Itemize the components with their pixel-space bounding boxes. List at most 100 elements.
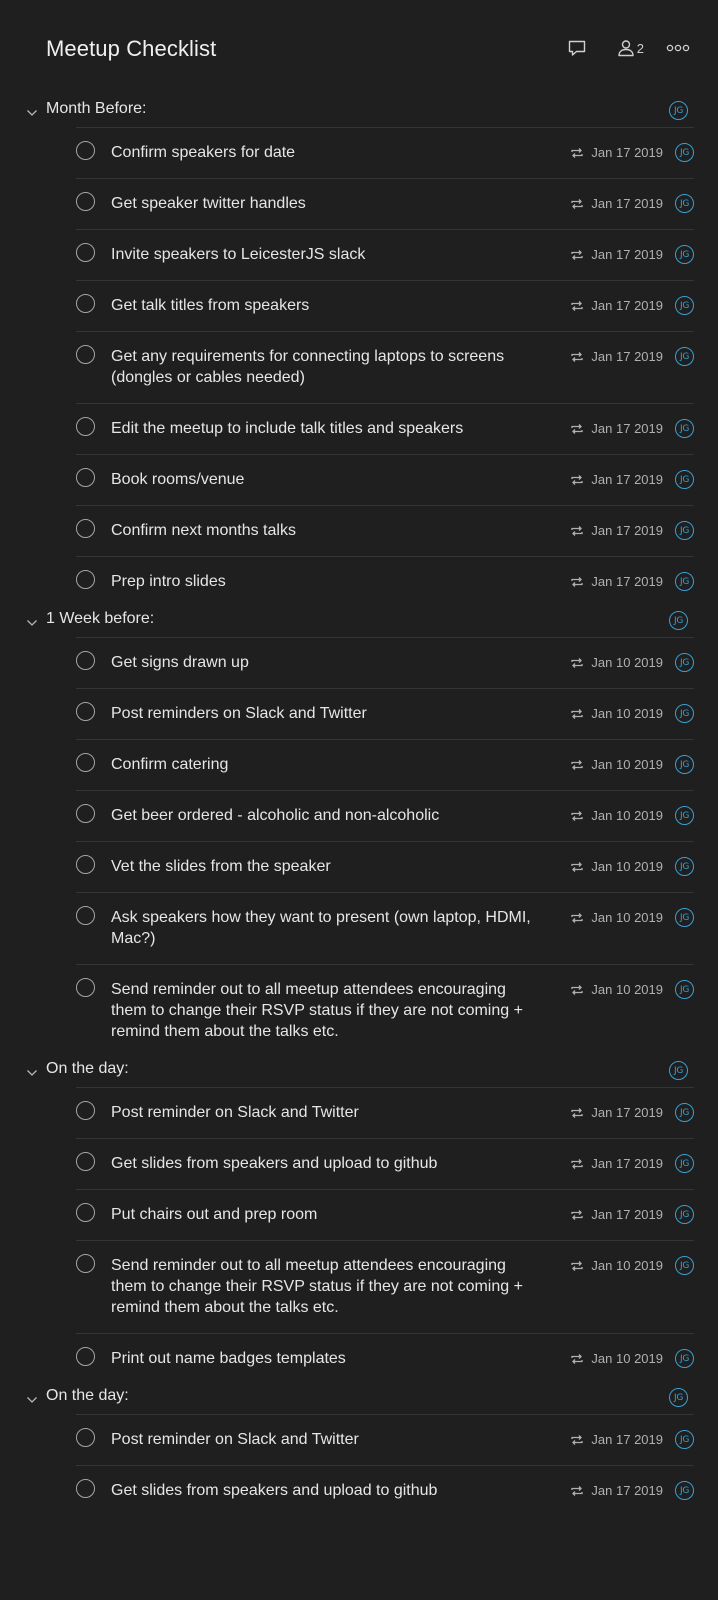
- due-date[interactable]: Jan 17 2019: [570, 472, 663, 487]
- due-date[interactable]: Jan 17 2019: [570, 145, 663, 160]
- due-date[interactable]: Jan 10 2019: [570, 982, 663, 997]
- avatar[interactable]: JG: [675, 470, 694, 489]
- task-checkbox[interactable]: [76, 1479, 95, 1498]
- due-date[interactable]: Jan 10 2019: [570, 859, 663, 874]
- task-checkbox[interactable]: [76, 753, 95, 772]
- due-date[interactable]: Jan 17 2019: [570, 1207, 663, 1222]
- avatar[interactable]: JG: [675, 1205, 694, 1224]
- task-checkbox[interactable]: [76, 141, 95, 160]
- task-row[interactable]: Post reminder on Slack and Twitter Jan 1…: [76, 1087, 694, 1138]
- due-date[interactable]: Jan 10 2019: [570, 910, 663, 925]
- task-checkbox[interactable]: [76, 804, 95, 823]
- avatar[interactable]: JG: [675, 1256, 694, 1275]
- avatar[interactable]: JG: [675, 908, 694, 927]
- task-checkbox[interactable]: [76, 192, 95, 211]
- task-row[interactable]: Get signs drawn up Jan 10 2019 JG: [76, 637, 694, 688]
- chevron-down-icon[interactable]: [26, 1064, 38, 1082]
- task-row[interactable]: Confirm speakers for date Jan 17 2019 JG: [76, 127, 694, 178]
- task-row[interactable]: Get talk titles from speakers Jan 17 201…: [76, 280, 694, 331]
- section-header[interactable]: 1 Week before: JG: [0, 607, 718, 637]
- due-date[interactable]: Jan 17 2019: [570, 523, 663, 538]
- due-date[interactable]: Jan 10 2019: [570, 1258, 663, 1273]
- due-date[interactable]: Jan 17 2019: [570, 1483, 663, 1498]
- avatar[interactable]: JG: [675, 755, 694, 774]
- task-checkbox[interactable]: [76, 294, 95, 313]
- chevron-down-icon[interactable]: [26, 1391, 38, 1409]
- avatar[interactable]: JG: [675, 980, 694, 999]
- avatar[interactable]: JG: [675, 572, 694, 591]
- avatar[interactable]: JG: [675, 1430, 694, 1449]
- members-button[interactable]: 2: [617, 39, 644, 57]
- chevron-down-icon[interactable]: [26, 104, 38, 122]
- task-checkbox[interactable]: [76, 243, 95, 262]
- due-date[interactable]: Jan 17 2019: [570, 298, 663, 313]
- avatar[interactable]: JG: [669, 1388, 688, 1407]
- task-checkbox[interactable]: [76, 1152, 95, 1171]
- task-row[interactable]: Vet the slides from the speaker Jan 10 2…: [76, 841, 694, 892]
- due-date[interactable]: Jan 17 2019: [570, 421, 663, 436]
- avatar[interactable]: JG: [675, 143, 694, 162]
- due-date[interactable]: Jan 10 2019: [570, 808, 663, 823]
- avatar[interactable]: JG: [675, 1349, 694, 1368]
- due-date[interactable]: Jan 10 2019: [570, 757, 663, 772]
- task-checkbox[interactable]: [76, 906, 95, 925]
- due-date[interactable]: Jan 17 2019: [570, 1156, 663, 1171]
- avatar[interactable]: JG: [675, 419, 694, 438]
- task-row[interactable]: Post reminder on Slack and Twitter Jan 1…: [76, 1414, 694, 1465]
- task-row[interactable]: Send reminder out to all meetup attendee…: [76, 1240, 694, 1333]
- task-text[interactable]: Get any requirements for connecting lapt…: [76, 332, 694, 403]
- task-checkbox[interactable]: [76, 417, 95, 436]
- task-checkbox[interactable]: [76, 1428, 95, 1447]
- section-header[interactable]: On the day: JG: [0, 1384, 718, 1414]
- task-row[interactable]: Book rooms/venue Jan 17 2019 JG: [76, 454, 694, 505]
- avatar[interactable]: JG: [669, 1061, 688, 1080]
- task-checkbox[interactable]: [76, 1254, 95, 1273]
- task-checkbox[interactable]: [76, 468, 95, 487]
- avatar[interactable]: JG: [669, 611, 688, 630]
- chevron-down-icon[interactable]: [26, 614, 38, 632]
- avatar[interactable]: JG: [675, 704, 694, 723]
- due-date[interactable]: Jan 17 2019: [570, 196, 663, 211]
- due-date[interactable]: Jan 17 2019: [570, 1432, 663, 1447]
- task-row[interactable]: Get slides from speakers and upload to g…: [76, 1138, 694, 1189]
- task-checkbox[interactable]: [76, 978, 95, 997]
- avatar[interactable]: JG: [675, 347, 694, 366]
- avatar[interactable]: JG: [675, 296, 694, 315]
- avatar[interactable]: JG: [675, 1103, 694, 1122]
- more-options-button[interactable]: [666, 44, 690, 52]
- task-row[interactable]: Get beer ordered - alcoholic and non-alc…: [76, 790, 694, 841]
- due-date[interactable]: Jan 17 2019: [570, 349, 663, 364]
- avatar[interactable]: JG: [675, 194, 694, 213]
- section-header[interactable]: Month Before: JG: [0, 97, 718, 127]
- avatar[interactable]: JG: [675, 857, 694, 876]
- avatar[interactable]: JG: [675, 1481, 694, 1500]
- task-row[interactable]: Send reminder out to all meetup attendee…: [76, 964, 694, 1057]
- task-checkbox[interactable]: [76, 519, 95, 538]
- due-date[interactable]: Jan 17 2019: [570, 247, 663, 262]
- task-row[interactable]: Edit the meetup to include talk titles a…: [76, 403, 694, 454]
- task-row[interactable]: Print out name badges templates Jan 10 2…: [76, 1333, 694, 1384]
- task-text[interactable]: Send reminder out to all meetup attendee…: [76, 1241, 694, 1333]
- avatar[interactable]: JG: [675, 1154, 694, 1173]
- task-row[interactable]: Invite speakers to LeicesterJS slack Jan…: [76, 229, 694, 280]
- task-row[interactable]: Ask speakers how they want to present (o…: [76, 892, 694, 964]
- due-date[interactable]: Jan 10 2019: [570, 655, 663, 670]
- task-row[interactable]: Get slides from speakers and upload to g…: [76, 1465, 694, 1516]
- task-checkbox[interactable]: [76, 855, 95, 874]
- comment-button[interactable]: [567, 38, 587, 58]
- task-row[interactable]: Prep intro slides Jan 17 2019 JG: [76, 556, 694, 607]
- task-row[interactable]: Confirm catering Jan 10 2019 JG: [76, 739, 694, 790]
- task-checkbox[interactable]: [76, 570, 95, 589]
- avatar[interactable]: JG: [669, 101, 688, 120]
- task-text[interactable]: Send reminder out to all meetup attendee…: [76, 965, 694, 1057]
- task-checkbox[interactable]: [76, 1203, 95, 1222]
- task-row[interactable]: Confirm next months talks Jan 17 2019 JG: [76, 505, 694, 556]
- task-row[interactable]: Post reminders on Slack and Twitter Jan …: [76, 688, 694, 739]
- avatar[interactable]: JG: [675, 521, 694, 540]
- task-checkbox[interactable]: [76, 1101, 95, 1120]
- section-header[interactable]: On the day: JG: [0, 1057, 718, 1087]
- due-date[interactable]: Jan 17 2019: [570, 574, 663, 589]
- task-checkbox[interactable]: [76, 345, 95, 364]
- due-date[interactable]: Jan 10 2019: [570, 706, 663, 721]
- task-checkbox[interactable]: [76, 702, 95, 721]
